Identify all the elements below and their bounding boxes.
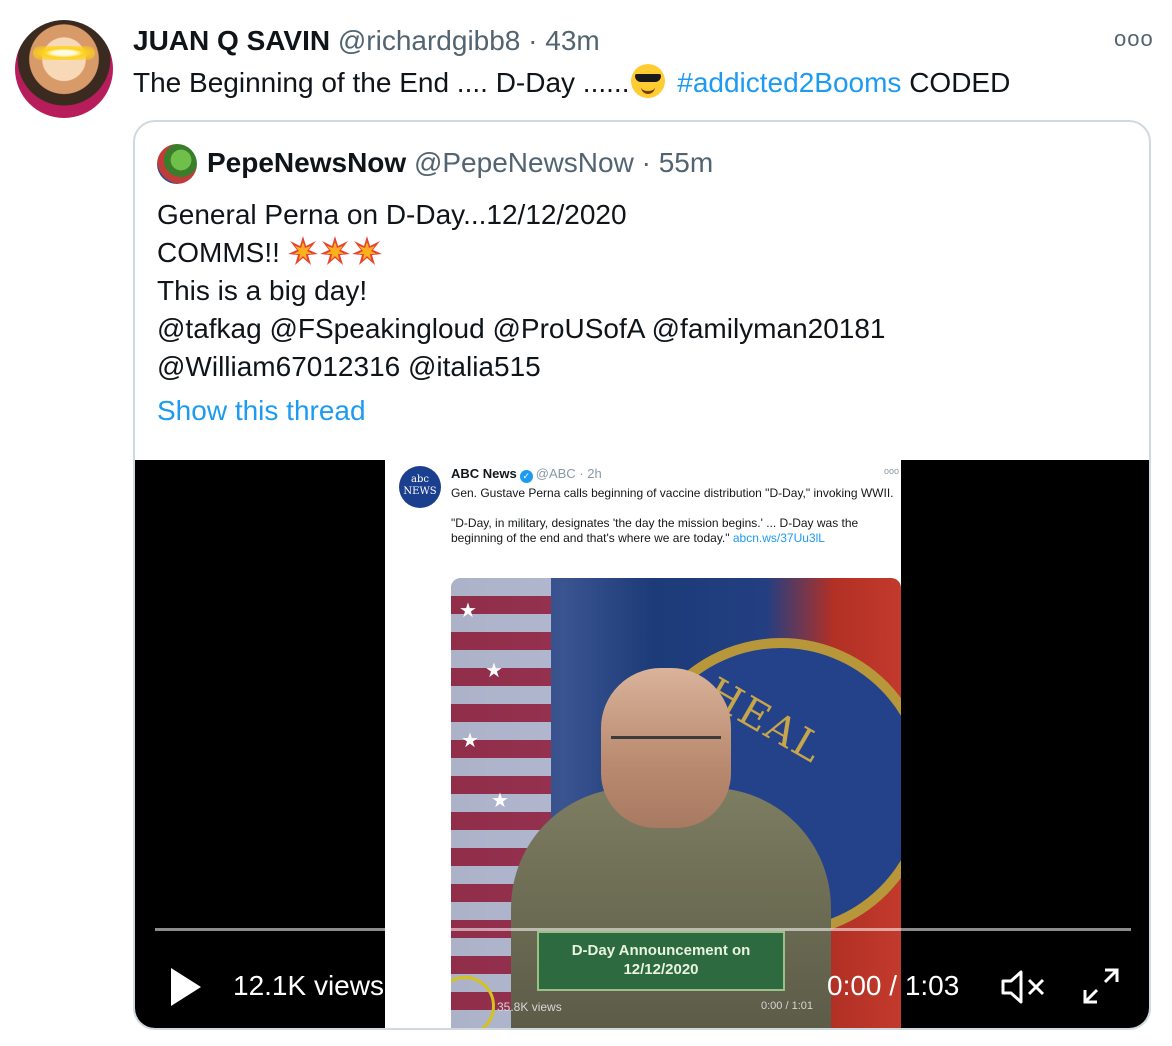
hashtag-link[interactable]: #addicted2Booms [677,67,901,98]
embedded-tweet-screenshot: abc NEWS ABC News ✓ @ABC · 2h ooo Gen. Gus… [385,460,901,1028]
embedded-paragraph-1: Gen. Gustave Perna calls beginning of va… [451,486,894,500]
embedded-separator: · [579,466,584,481]
embedded-paragraph-2-wrap: "D-Day, in military, designates 'the day… [451,516,899,546]
quoted-author-avatar[interactable] [157,144,197,184]
quoted-tweet[interactable]: PepeNewsNow @PepeNewsNow · 55m General P… [133,120,1151,1030]
video-time: 0:00 / 1:03 [827,970,960,1001]
quoted-tweet-header: PepeNewsNow @PepeNewsNow · 55m [207,146,713,180]
tweet-text-tail: CODED [909,67,1011,98]
quoted-line-2-wrap: COMMS!! [157,234,886,272]
tweet-time[interactable]: 43m [545,25,599,56]
video-views: 12.1K views [233,970,384,1001]
fullscreen-icon[interactable] [1081,966,1121,1006]
quoted-tweet-time[interactable]: 55m [659,147,713,178]
more-options-icon[interactable]: ooo [1114,26,1154,52]
collision-emoji-icon [351,236,382,265]
quoted-line-2: COMMS!! [157,237,280,268]
embedded-author-name: ABC News [451,466,517,481]
embedded-tweet-header: ABC News ✓ @ABC · 2h [451,466,602,483]
tweet[interactable]: JUAN Q SAVIN @richardgibb8 · 43m ooo The… [0,0,1172,1046]
quoted-line-1: General Perna on D-Day...12/12/2020 [157,199,627,230]
verified-badge-icon: ✓ [519,470,533,483]
abc-logo-bottom: NEWS [403,486,437,497]
tweet-text: The Beginning of the End .... D-Day ....… [133,64,1010,100]
show-thread-link[interactable]: Show this thread [157,394,366,428]
abc-news-logo: abc NEWS [399,466,441,508]
sunglasses-emoji-icon [631,64,666,98]
quoted-author-handle[interactable]: @PepeNewsNow [414,147,634,178]
quoted-mentions-1[interactable]: @tafkag @FSpeakingloud @ProUSofA @family… [157,310,886,348]
collision-emoji-icon [287,236,318,265]
author-handle[interactable]: @richardgibb8 [338,25,521,56]
play-icon[interactable] [171,968,201,1006]
quoted-header-separator: · [641,147,651,178]
tweet-header: JUAN Q SAVIN @richardgibb8 · 43m [133,24,600,58]
video-progress-bar[interactable] [155,928,1131,931]
video-player[interactable]: abc NEWS ABC News ✓ @ABC · 2h ooo Gen. Gus… [135,460,1149,1028]
author-name[interactable]: JUAN Q SAVIN [133,25,330,56]
embedded-tweet-text: Gen. Gustave Perna calls beginning of va… [451,486,899,561]
header-separator: · [528,25,538,56]
abc-logo-top: abc [411,474,429,485]
quoted-tweet-text: General Perna on D-Day...12/12/2020 COMM… [157,196,886,386]
glasses [611,736,721,750]
embedded-author-handle: @ABC [535,466,576,481]
quoted-author-name[interactable]: PepeNewsNow [207,147,406,178]
author-avatar[interactable] [15,20,113,118]
embedded-time: 2h [587,466,602,481]
embedded-more-icon: ooo [883,466,899,476]
embedded-link: abcn.ws/37Uu3lL [732,531,825,545]
video-controls: 12.1K views 0:00 / 1:03 [135,956,1149,1016]
collision-emoji-icon [319,236,350,265]
tweet-text-main: The Beginning of the End .... D-Day ....… [133,67,630,98]
quoted-mentions-2[interactable]: @William67012316 @italia515 [157,348,886,386]
quoted-line-3: This is a big day! [157,275,368,306]
muted-speaker-icon[interactable] [999,968,1049,1006]
